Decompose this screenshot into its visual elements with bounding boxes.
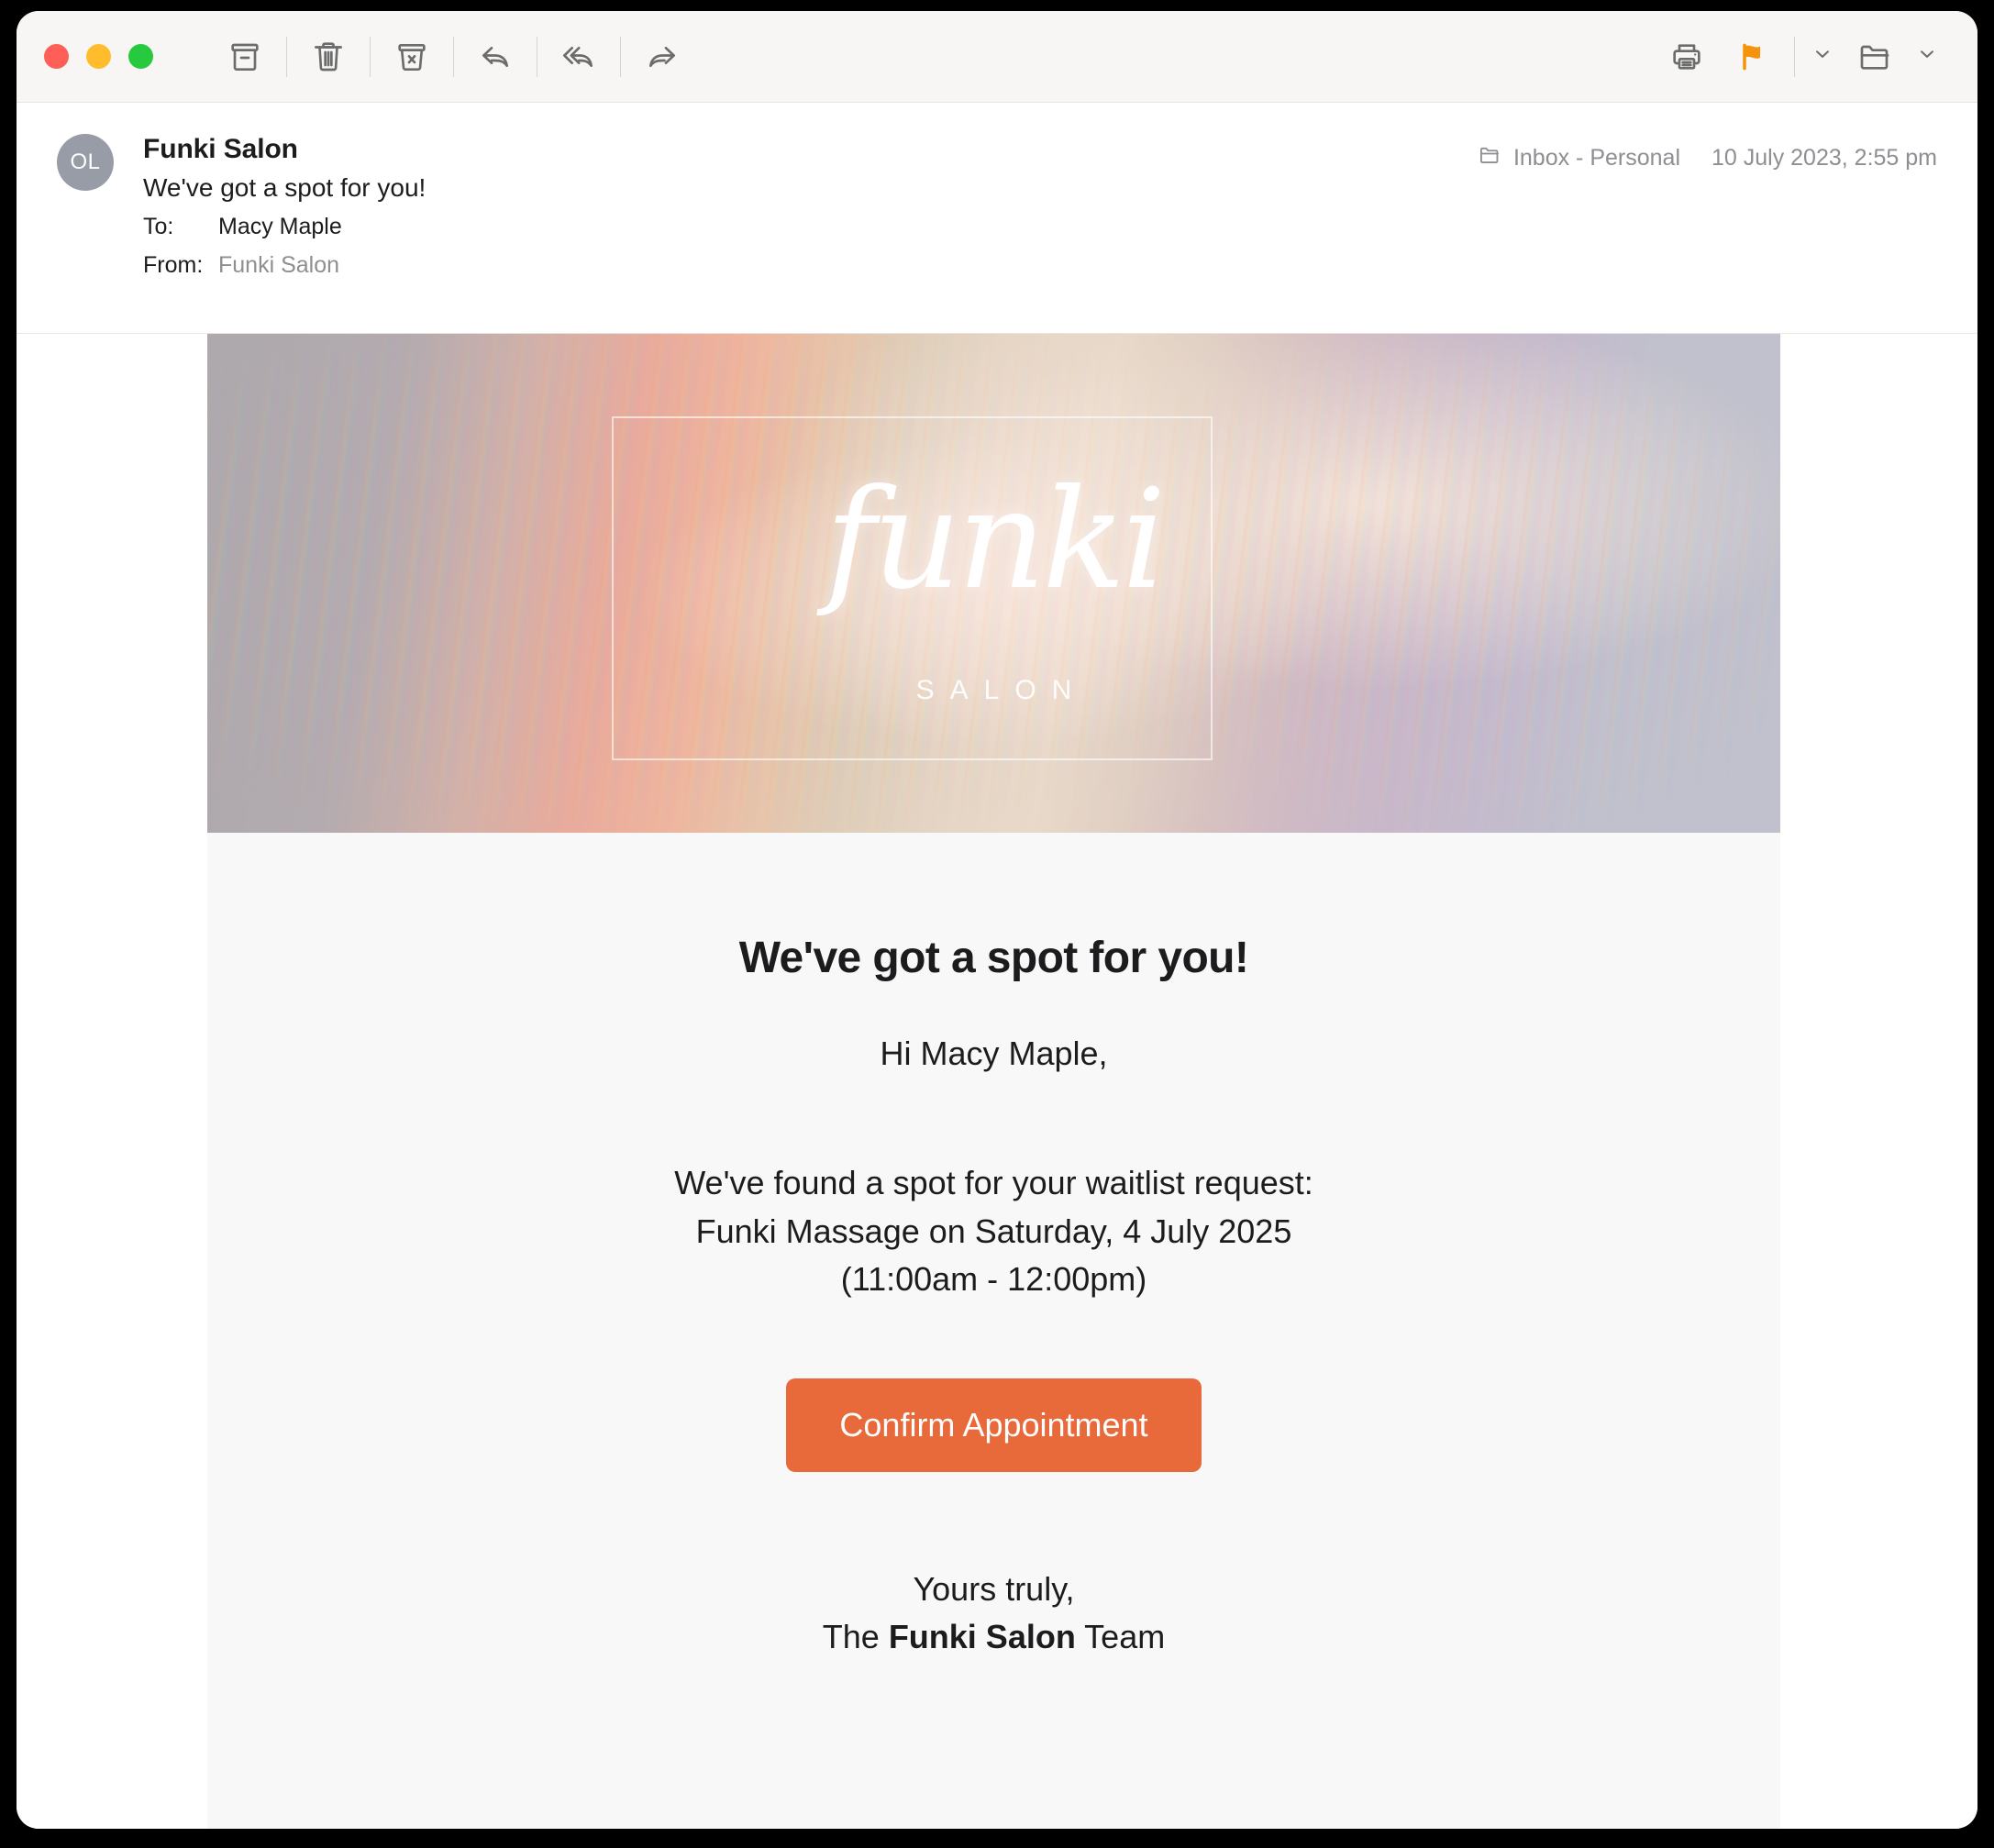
mailbox-indicator: Inbox - Personal <box>1478 143 1680 173</box>
forward-icon <box>644 39 681 75</box>
flag-menu-button[interactable] <box>1803 24 1842 90</box>
signoff-line-2: The Funki Salon Team <box>290 1613 1698 1661</box>
message-subject: We've got a spot for you! <box>143 173 426 203</box>
minimize-window-button[interactable] <box>86 44 111 69</box>
folder-icon <box>1478 143 1501 173</box>
mailbox-label: Inbox - Personal <box>1512 145 1680 171</box>
signoff-brand: Funki Salon <box>888 1618 1076 1656</box>
maximize-window-button[interactable] <box>128 44 153 69</box>
archive-icon <box>227 39 263 75</box>
toolbar-left-group <box>212 24 695 90</box>
cta-container: Confirm Appointment <box>290 1378 1698 1472</box>
recipient-row: To: Macy Maple <box>143 210 426 245</box>
flag-button[interactable] <box>1720 24 1786 90</box>
junk-icon <box>393 39 430 75</box>
brand-logo: funki <box>825 460 1167 620</box>
trash-icon <box>310 39 347 75</box>
message-header: OL Funki Salon We've got a spot for you!… <box>17 103 1977 334</box>
toolbar-divider <box>1794 36 1795 77</box>
move-menu-button[interactable] <box>1908 24 1946 90</box>
confirm-appointment-button[interactable]: Confirm Appointment <box>786 1378 1202 1472</box>
to-label: To: <box>143 214 174 240</box>
email-body-line-3: (11:00am - 12:00pm) <box>840 1259 1147 1298</box>
chevron-down-icon <box>1811 42 1834 71</box>
email-signoff: Yours truly, The Funki Salon Team <box>290 1566 1698 1661</box>
folder-icon <box>1856 39 1893 75</box>
junk-button[interactable] <box>379 24 445 90</box>
signoff-line-1: Yours truly, <box>913 1569 1075 1608</box>
delete-button[interactable] <box>295 24 361 90</box>
email-body-paragraph: We've found a spot for your waitlist req… <box>290 1159 1698 1303</box>
archive-button[interactable] <box>212 24 278 90</box>
message-date: 10 July 2023, 2:55 pm <box>1712 145 1937 171</box>
message-header-text: Funki Salon We've got a spot for you! To… <box>143 130 426 282</box>
email-body-line-2: Funki Massage on Saturday, 4 July 2025 <box>695 1212 1292 1250</box>
email-card: funki SALON We've got a spot for you! Hi… <box>207 334 1780 1829</box>
close-window-button[interactable] <box>44 44 69 69</box>
toolbar-right-group <box>1654 24 1946 90</box>
chevron-down-icon <box>1915 42 1939 71</box>
reply-all-button[interactable] <box>546 24 612 90</box>
brand-tagline: SALON <box>915 675 1088 705</box>
email-title: We've got a spot for you! <box>738 934 1249 982</box>
print-button[interactable] <box>1654 24 1720 90</box>
from-value[interactable]: Funki Salon <box>218 249 339 283</box>
from-row: From: Funki Salon <box>143 249 426 283</box>
sender-name: Funki Salon <box>143 134 298 164</box>
window-toolbar <box>17 11 1977 103</box>
screen: OL Funki Salon We've got a spot for you!… <box>0 0 1994 1848</box>
to-value[interactable]: Macy Maple <box>218 210 342 245</box>
email-body-line-1: We've found a spot for your waitlist req… <box>674 1164 1313 1202</box>
mail-window: OL Funki Salon We've got a spot for you!… <box>17 11 1977 1829</box>
flag-icon <box>1734 39 1771 75</box>
forward-button[interactable] <box>629 24 695 90</box>
toolbar-divider <box>286 36 287 77</box>
toolbar-divider <box>370 36 371 77</box>
message-body: funki SALON We've got a spot for you! Hi… <box>17 334 1977 1829</box>
from-label: From: <box>143 251 204 278</box>
print-icon <box>1668 39 1705 75</box>
signoff-suffix: Team <box>1075 1618 1166 1656</box>
reply-icon <box>477 39 514 75</box>
message-meta: Inbox - Personal 10 July 2023, 2:55 pm <box>1478 143 1937 173</box>
traffic-lights <box>44 44 153 69</box>
email-greeting: Hi Macy Maple, <box>880 1034 1108 1072</box>
reply-all-icon <box>560 39 597 75</box>
toolbar-divider <box>453 36 454 77</box>
reply-button[interactable] <box>462 24 528 90</box>
move-to-folder-button[interactable] <box>1842 24 1908 90</box>
signoff-prefix: The <box>822 1618 889 1656</box>
avatar: OL <box>57 134 114 191</box>
email-hero-banner: funki SALON <box>207 334 1780 833</box>
toolbar-divider <box>620 36 621 77</box>
email-content: We've got a spot for you! Hi Macy Maple,… <box>207 932 1780 1661</box>
